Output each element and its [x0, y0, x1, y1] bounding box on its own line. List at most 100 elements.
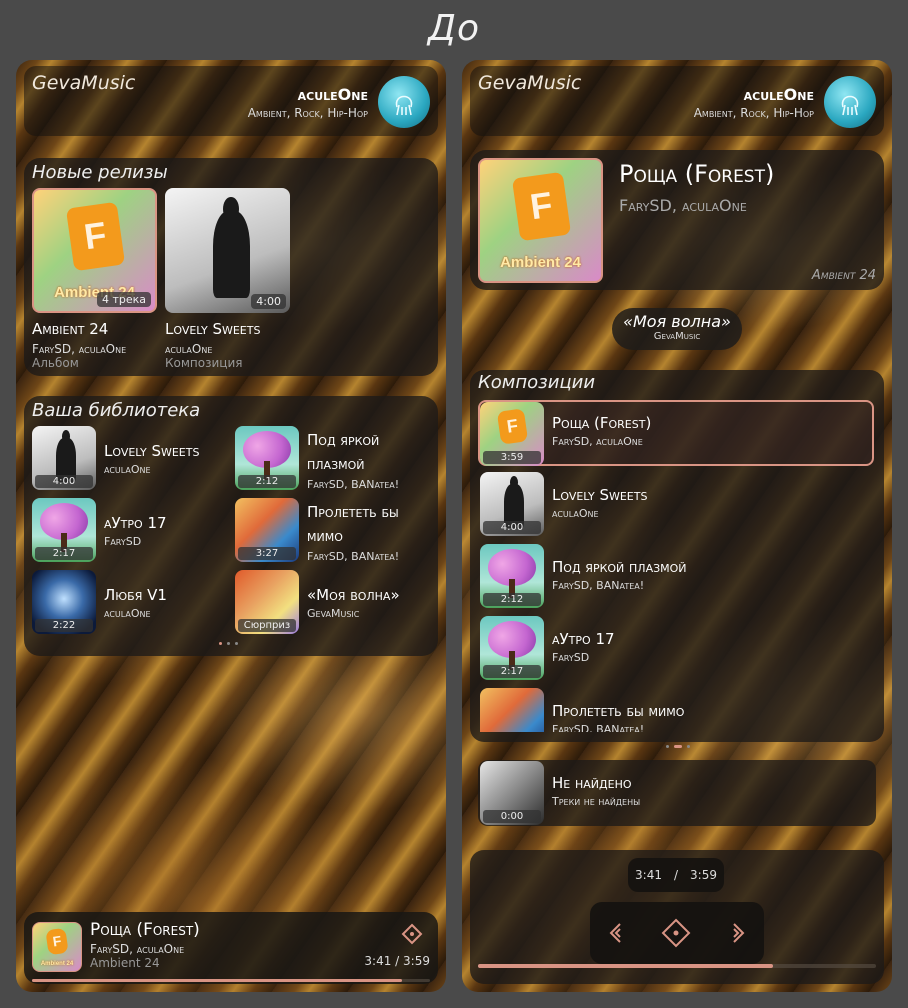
track-title: Lovely Sweets — [552, 486, 648, 504]
progress-bar[interactable] — [478, 964, 876, 968]
brand-logo[interactable]: GevaMusic — [478, 72, 581, 94]
library-item[interactable]: 3:27 Пролететь бы мимо FarySD, BANatea! — [235, 498, 435, 563]
page-indicator[interactable] — [666, 745, 690, 748]
new-releases-section: Новые релизы F Ambient 24 4 трека Ambien… — [24, 158, 438, 376]
not-found-title: Не найдено — [552, 774, 632, 792]
duration: 2:22 — [35, 619, 93, 632]
my-wave-item[interactable]: Сюрприз «Моя волна» GevaMusic — [235, 570, 435, 634]
progress-fill — [478, 964, 773, 968]
track-title: аУтро 17 — [552, 630, 615, 648]
phone-left: GevaMusic aculeOne Ambient, Rock, Hip-Ho… — [16, 60, 446, 992]
duration: 2:12 — [238, 475, 296, 488]
library-item[interactable]: 2:22 Любя V1 aculaOne — [32, 570, 232, 634]
track-artist: FarySD, aculaOne — [552, 434, 643, 448]
duration: 2:17 — [483, 665, 541, 678]
cover-text: Ambient 24 — [40, 961, 74, 968]
elapsed-time: 3:41 — [635, 868, 662, 882]
track-title: Пролететь бы мимо — [552, 702, 685, 720]
track-artist: FarySD, BANatea! — [307, 478, 400, 491]
track-artist: FarySD, BANatea! — [552, 722, 645, 732]
avatar[interactable] — [824, 76, 876, 128]
track-row[interactable]: 2:12 Под яркой плазмой FarySD, BANatea! — [480, 544, 876, 608]
page-indicator[interactable] — [219, 642, 238, 645]
release-card[interactable]: 4:00 Lovely Sweets aculaOne Композиция — [165, 188, 290, 370]
user-profile[interactable]: aculeOne Ambient, Rock, Hip-Hop — [694, 76, 876, 128]
wave-play-icon[interactable] — [400, 922, 424, 946]
release-artist: FarySD, aculaOne — [619, 196, 747, 215]
now-playing-time: 3:41 / 3:59 — [364, 954, 430, 968]
section-title: Ваша библиотека — [32, 400, 201, 421]
release-title: Lovely Sweets — [165, 320, 261, 338]
user-profile[interactable]: aculeOne Ambient, Rock, Hip-Hop — [248, 76, 430, 128]
track-artist: aculaOne — [104, 462, 151, 476]
track-row[interactable]: 2:17 аУтро 17 FarySD — [480, 616, 876, 680]
not-found-card: 0:00 Не найдено Треки не найдены — [478, 760, 876, 826]
fsd-logo-icon: F — [45, 927, 70, 955]
track-title: Под яркой плазмой — [307, 431, 380, 473]
progress-fill — [32, 979, 403, 982]
track-artist: FarySD — [104, 534, 142, 548]
user-name: aculeOne — [743, 84, 814, 104]
silhouette-icon — [212, 196, 250, 298]
track-artist: FarySD, BANatea! — [307, 550, 400, 563]
surprise-label: Сюрприз — [238, 619, 296, 632]
fsd-logo-icon: F — [512, 171, 572, 241]
avatar[interactable] — [378, 76, 430, 128]
transport-controls — [590, 902, 764, 964]
library-section: Ваша библиотека 4:00 Lovely Sweets acula… — [24, 396, 438, 656]
track-cover: F 3:59 — [480, 402, 544, 466]
now-playing-title: Роща (Forest) — [90, 920, 200, 940]
play-pause-icon[interactable] — [660, 917, 692, 949]
not-found-subtitle: Треки не найдены — [552, 794, 641, 808]
library-item[interactable]: 4:00 Lovely Sweets aculaOne — [32, 426, 232, 490]
previous-icon[interactable] — [608, 921, 632, 945]
track-row[interactable]: F 3:59 Роща (Forest) FarySD, aculaOne — [478, 400, 874, 466]
track-title: Пролететь бы мимо — [307, 503, 399, 545]
track-artist: aculaOne — [552, 506, 599, 520]
track-title: Любя V1 — [104, 586, 167, 604]
brand-logo[interactable]: GevaMusic — [32, 72, 135, 94]
duration: 0:00 — [483, 810, 541, 823]
duration: 3:59 — [483, 451, 541, 464]
release-title: Роща (Forest) — [619, 160, 775, 188]
my-wave-title: «Моя волна» — [623, 312, 731, 331]
duration: 3:27 — [238, 547, 296, 560]
time-display: 3:41 / 3:59 — [628, 858, 724, 892]
duration: 4:00 — [35, 475, 93, 488]
my-wave-button[interactable]: «Моя волна» GevaMusic — [612, 308, 742, 350]
player-panel: 3:41 / 3:59 — [470, 850, 884, 984]
track-title: аУтро 17 — [104, 514, 167, 532]
album-cover: F Ambient 24 4 трека — [32, 188, 157, 313]
duration: 2:17 — [35, 547, 93, 560]
user-genres: Ambient, Rock, Hip-Hop — [247, 105, 368, 120]
total-time: 3:59 — [690, 868, 717, 882]
track-artist: FarySD — [552, 650, 590, 664]
next-icon[interactable] — [722, 921, 746, 945]
user-genres: Ambient, Rock, Hip-Hop — [693, 105, 814, 120]
now-playing-album: Ambient 24 — [90, 956, 160, 970]
progress-bar[interactable] — [32, 979, 430, 982]
cover-text: Ambient 24 — [500, 254, 581, 272]
track-title: Lovely Sweets — [104, 442, 200, 460]
single-cover: 4:00 — [165, 188, 290, 313]
release-type: Альбом — [32, 356, 79, 370]
library-item[interactable]: 2:17 аУтро 17 FarySD — [32, 498, 232, 562]
my-wave-subtitle: GevaMusic — [653, 331, 701, 342]
now-playing-artist: FarySD, aculaOne — [90, 942, 185, 956]
track-title: «Моя волна» — [307, 586, 400, 604]
avatar-glyph-icon — [395, 95, 413, 116]
tracks-list[interactable]: F 3:59 Роща (Forest) FarySD, aculaOne 4:… — [478, 400, 876, 732]
release-artist: aculaOne — [165, 342, 213, 356]
release-card[interactable]: F Ambient 24 4 трека Ambient 24 FarySD, … — [32, 188, 157, 370]
album-cover: F Ambient 24 — [478, 158, 603, 283]
user-name: aculeOne — [297, 84, 368, 104]
track-row[interactable]: Пролететь бы мимо FarySD, BANatea! — [480, 688, 876, 732]
library-item[interactable]: 2:12 Под яркой плазмой FarySD, BANatea! — [235, 426, 435, 491]
placeholder-cover: 0:00 — [480, 761, 544, 825]
duration: 4:00 — [483, 521, 541, 534]
track-count-badge: 4 трека — [96, 292, 151, 307]
track-row[interactable]: 4:00 Lovely Sweets aculaOne — [480, 472, 876, 536]
track-artist: FarySD, BANatea! — [552, 578, 645, 592]
track-artist: GevaMusic — [307, 606, 360, 620]
now-playing-bar[interactable]: F Ambient 24 Роща (Forest) FarySD, acula… — [24, 912, 438, 984]
